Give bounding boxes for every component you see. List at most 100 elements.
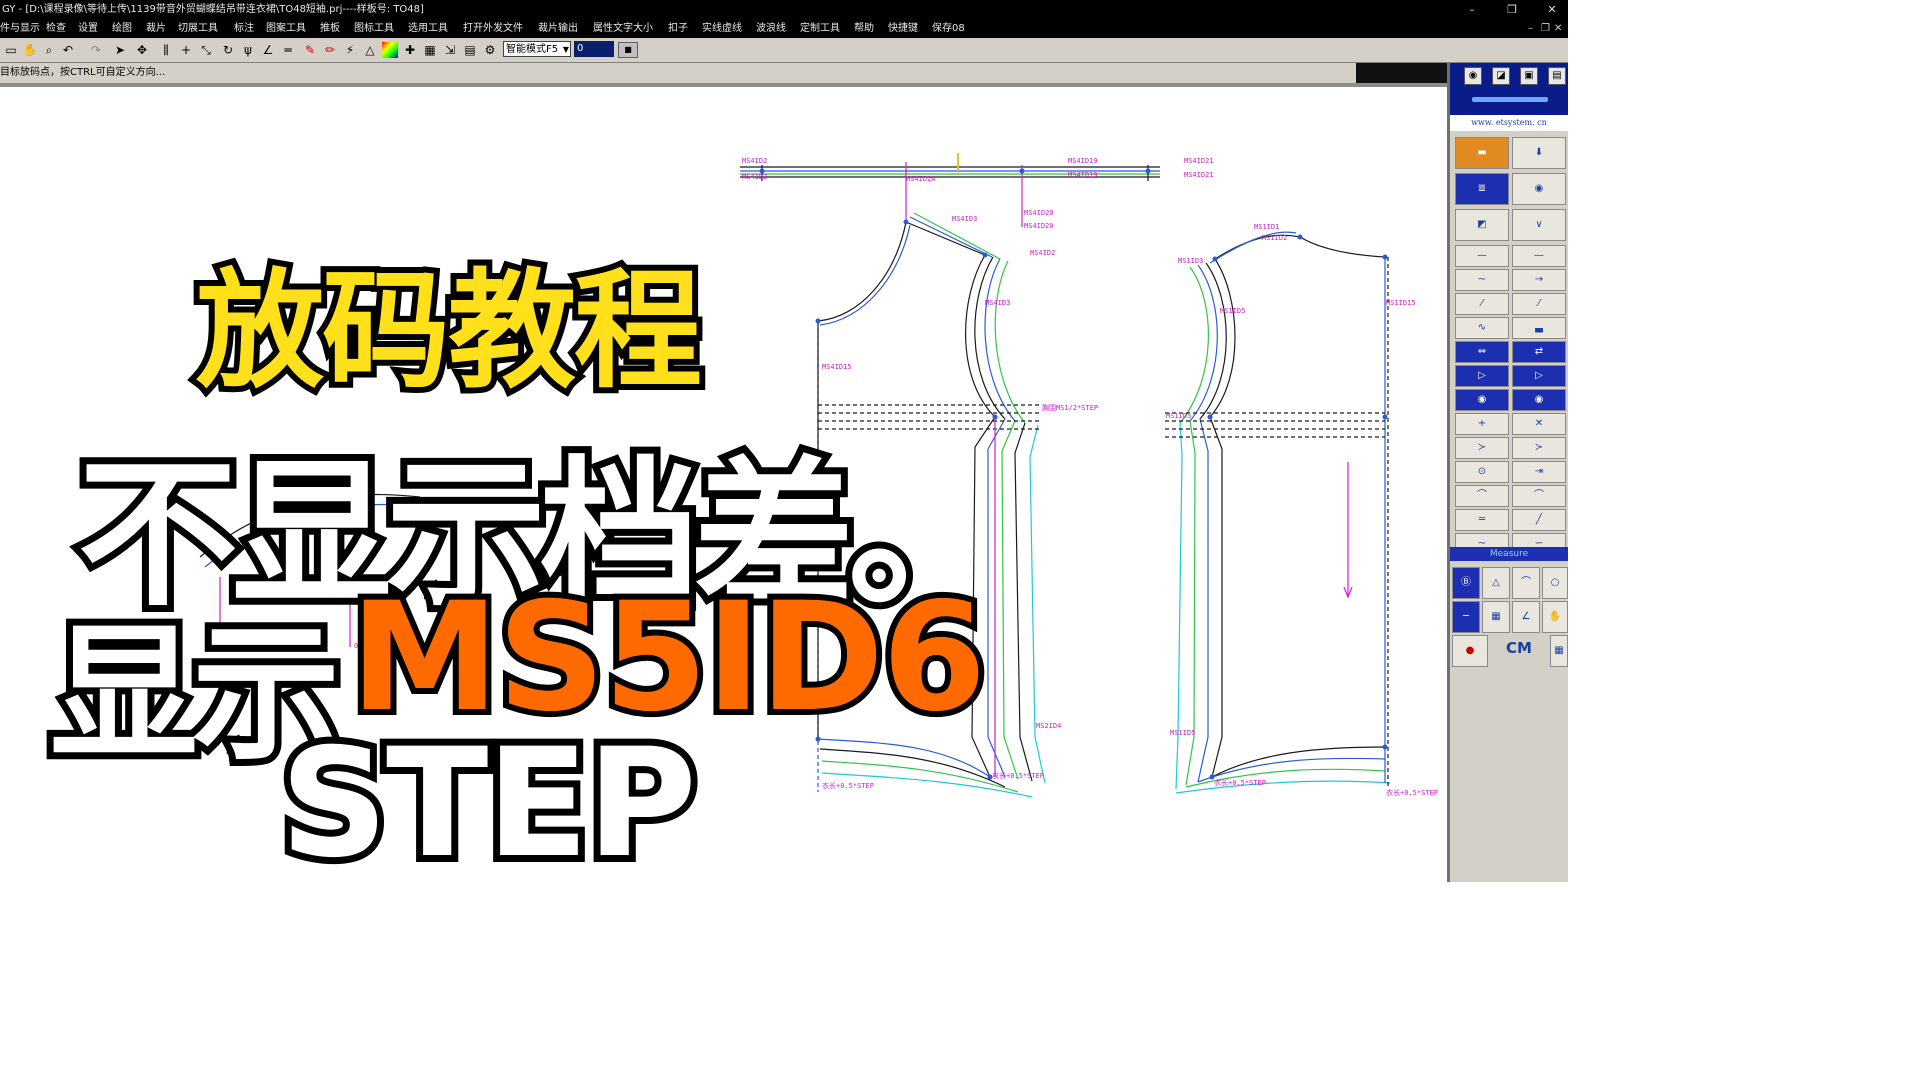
menu-settings[interactable]: 设置 (78, 19, 98, 38)
menu-select-tools[interactable]: 选用工具 (408, 19, 448, 38)
menu-attr-text-size[interactable]: 属性文字大小 (593, 19, 653, 38)
menu-annotate[interactable]: 标注 (234, 19, 254, 38)
scale-icon[interactable]: ⤡ (198, 42, 214, 58)
tool-arrow-icon[interactable]: → (1512, 269, 1566, 291)
menu-draw[interactable]: 绘图 (112, 19, 132, 38)
menu-cut-spread[interactable]: 切展工具 (178, 19, 218, 38)
menu-shortcuts[interactable]: 快捷键 (888, 19, 918, 38)
tool-notch-icon[interactable]: ▷ (1455, 365, 1509, 387)
grade-icon[interactable]: △ (362, 42, 378, 58)
move-icon[interactable]: ✥ (134, 42, 150, 58)
sub-maximize-icon[interactable]: ❐ (1541, 19, 1550, 38)
tool-fold-icon[interactable]: ≻ (1455, 437, 1509, 459)
arrow-icon[interactable]: ✚ (402, 42, 418, 58)
unit-label[interactable]: CM (1506, 639, 1532, 657)
tool-curve-icon[interactable]: ∿ (1455, 317, 1509, 339)
tool-lines-icon[interactable]: ≣ (1455, 173, 1509, 205)
menu-help[interactable]: 帮助 (854, 19, 874, 38)
document-icon[interactable]: ▤ (1548, 67, 1566, 85)
measure-ring-icon[interactable]: ○ (1542, 567, 1568, 599)
fork-icon[interactable]: ψ (240, 42, 256, 58)
calculator-icon[interactable]: ▦ (1550, 635, 1568, 667)
tool-button-icon[interactable]: ⊙ (1455, 461, 1509, 483)
tool-stretch-icon[interactable]: ⇄ (1512, 341, 1566, 363)
grid-icon[interactable]: ▦ (422, 42, 438, 58)
tool-down-arrow-icon[interactable]: ⬇ (1512, 137, 1566, 169)
rotate-icon[interactable]: ↻ (220, 42, 236, 58)
menu-open-external[interactable]: 打开外发文件 (463, 19, 523, 38)
tool-step-icon[interactable]: ▃ (1512, 317, 1566, 339)
cross-icon[interactable]: + (178, 42, 194, 58)
tool-corner-icon[interactable]: ◩ (1455, 209, 1509, 241)
tool-eye-icon[interactable]: ◉ (1512, 173, 1566, 205)
measure-triangle-icon[interactable]: △ (1482, 567, 1510, 599)
menu-icon-tools[interactable]: 图标工具 (354, 19, 394, 38)
menu-solid-dash[interactable]: 实线虚线 (702, 19, 742, 38)
tool-curve-icon[interactable]: ∼ (1455, 269, 1509, 291)
tool-line-icon[interactable]: ═ (1455, 509, 1509, 531)
menu-save[interactable]: 保存08 (932, 19, 965, 38)
measure-hand-icon[interactable]: ✋ (1542, 601, 1568, 633)
measure-line-icon[interactable]: ─ (1452, 601, 1480, 633)
menu-file-display[interactable]: 文件与显示 (0, 19, 40, 38)
tool-rect-icon[interactable]: ▬ (1455, 137, 1509, 169)
angle-icon[interactable]: ∠ (260, 42, 276, 58)
close-icon[interactable]: ✕ (1538, 0, 1566, 19)
tool-eye-icon[interactable]: ◉ (1512, 389, 1566, 411)
new-icon[interactable]: ▭ (3, 42, 19, 58)
setting-icon[interactable]: ⚙ (482, 42, 498, 58)
tool-line-icon[interactable]: — (1512, 245, 1566, 267)
menu-piece-output[interactable]: 裁片输出 (538, 19, 578, 38)
align-icon[interactable]: ⫼ (158, 42, 174, 58)
tool-stretch-icon[interactable]: ⇔ (1455, 341, 1509, 363)
undo-icon[interactable]: ↶ (60, 42, 76, 58)
menu-buttons[interactable]: 扣子 (668, 19, 688, 38)
record-icon[interactable]: ● (1452, 635, 1488, 667)
number-input[interactable]: 0 (574, 41, 614, 57)
target-icon[interactable]: ◉ (1464, 67, 1482, 85)
tool-curve-icon[interactable]: ⌒ (1512, 485, 1566, 507)
palette-icon[interactable] (382, 42, 398, 58)
parallel-icon[interactable]: ═ (280, 42, 296, 58)
measure-table-icon[interactable]: ▦ (1482, 601, 1510, 633)
tool-notch-icon[interactable]: ▷ (1512, 365, 1566, 387)
measure-angle-icon[interactable]: ∠ (1512, 601, 1540, 633)
zoom-icon[interactable]: ⌕ (41, 42, 57, 58)
menu-grading[interactable]: 推板 (320, 19, 340, 38)
minimize-icon[interactable]: – (1458, 0, 1486, 19)
tool-arrow-icon[interactable]: ⇥ (1512, 461, 1566, 483)
mode-select[interactable]: 智能模式F5 ▼ (503, 41, 571, 57)
drawing-canvas[interactable]: MS4ID2 MS4ID2 MS4ID2A MS4ID19 MS4ID19 MS… (0, 87, 1448, 898)
redo-icon[interactable]: ↷ (88, 42, 104, 58)
tool-fold-icon[interactable]: ≻ (1512, 437, 1566, 459)
tool-line-icon[interactable]: ╱ (1512, 509, 1566, 531)
menu-check[interactable]: 检查 (46, 19, 66, 38)
arrow-icon[interactable]: ⇲ (442, 42, 458, 58)
tool-eye-icon[interactable]: ◉ (1455, 389, 1509, 411)
sub-minimize-icon[interactable]: – (1528, 19, 1533, 38)
menu-custom-tools[interactable]: 定制工具 (800, 19, 840, 38)
grade-icon[interactable]: ⚡ (342, 42, 358, 58)
tool-line-icon[interactable]: — (1455, 245, 1509, 267)
chart-icon[interactable]: ◪ (1492, 67, 1510, 85)
menu-pattern-tools[interactable]: 图案工具 (266, 19, 306, 38)
measure-curve-icon[interactable]: ⌒ (1512, 567, 1540, 599)
measure-circle-icon[interactable]: Ⓑ (1452, 567, 1480, 599)
maximize-icon[interactable]: ❐ (1498, 0, 1526, 19)
pen-icon[interactable]: ✎ (302, 42, 318, 58)
tool-curve-icon[interactable]: ⌒ (1455, 485, 1509, 507)
image-icon[interactable]: ▣ (1520, 67, 1538, 85)
tool-diagonal-icon[interactable]: ⁄ (1512, 293, 1566, 315)
tool-angle-icon[interactable]: ∨ (1512, 209, 1566, 241)
select-icon[interactable]: ➤ (112, 42, 128, 58)
tool-plus-icon[interactable]: + (1455, 413, 1509, 435)
tool-cross-icon[interactable]: ✕ (1512, 413, 1566, 435)
tool-diagonal-icon[interactable]: ⁄ (1455, 293, 1509, 315)
confirm-button[interactable]: ■ (618, 42, 638, 58)
hand-icon[interactable]: ✋ (22, 42, 38, 58)
pen-icon[interactable]: ✏ (322, 42, 338, 58)
table-icon[interactable]: ▤ (462, 42, 478, 58)
sub-close-icon[interactable]: ✕ (1554, 19, 1562, 38)
menu-pieces[interactable]: 裁片 (146, 19, 166, 38)
menu-wave-line[interactable]: 波浪线 (756, 19, 786, 38)
